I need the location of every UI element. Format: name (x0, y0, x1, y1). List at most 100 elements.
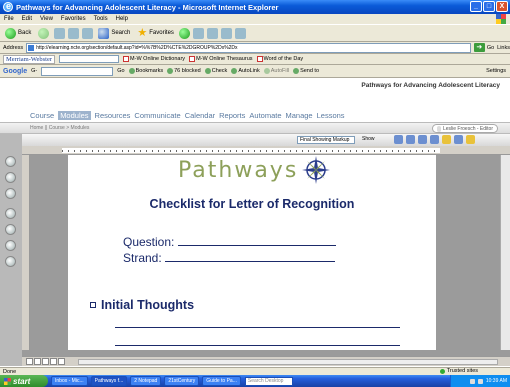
autofill-label: AutoFill (270, 68, 290, 74)
document-page[interactable]: Pathways Checklist for Letter of Recogni… (68, 155, 436, 350)
edit-icon[interactable] (220, 27, 232, 39)
markup-select[interactable]: Final Showing Markup (297, 136, 355, 144)
autolink-icon (231, 68, 238, 74)
section-title: Initial Thoughts (101, 298, 195, 312)
strip-tool-5-icon[interactable] (5, 224, 16, 235)
nav-lessons[interactable]: Lessons (317, 111, 345, 120)
home-icon[interactable] (82, 27, 94, 39)
web-view-icon[interactable] (34, 358, 41, 365)
task-inbox[interactable]: Inbox - Mic... (51, 376, 88, 386)
reject-change-icon[interactable] (430, 135, 439, 144)
history-icon[interactable] (178, 27, 190, 39)
print-icon[interactable] (206, 27, 218, 39)
nav-manage[interactable]: Manage (286, 111, 313, 120)
strip-tool-7-icon[interactable] (5, 256, 16, 267)
next-change-icon[interactable] (406, 135, 415, 144)
print-view-icon[interactable] (42, 358, 49, 365)
task-21stcentury[interactable]: 21stCentury (164, 376, 200, 386)
mw-search-input[interactable] (59, 55, 120, 63)
tray-icon[interactable] (477, 378, 483, 384)
strip-tool-6-icon[interactable] (5, 240, 16, 251)
outline-view-icon[interactable] (50, 358, 57, 365)
mail-icon[interactable] (192, 27, 204, 39)
popup-blocked-button[interactable]: 76 blocked (167, 68, 201, 74)
search-button[interactable]: Search (96, 27, 132, 40)
google-logo[interactable]: Google (3, 68, 27, 75)
autolink-button[interactable]: AutoLink (231, 68, 260, 74)
autofill-button[interactable]: AutoFill (263, 68, 290, 74)
close-button[interactable]: X (496, 1, 508, 12)
address-input[interactable]: http://elearning.ncte.org/section/defaul… (26, 42, 471, 53)
reading-view-icon[interactable] (58, 358, 65, 365)
vertical-scrollbar[interactable] (500, 155, 510, 350)
go-button[interactable]: ➜ Go (473, 43, 494, 52)
track-changes-icon[interactable] (454, 135, 463, 144)
task-guide[interactable]: Guide to Pa... (202, 376, 241, 386)
google-settings-button[interactable]: Settings (486, 68, 506, 74)
vertical-ruler[interactable] (22, 155, 30, 350)
breadcrumb-row: Home || Course > Modules Leslie Froesch … (0, 122, 510, 134)
nav-reports[interactable]: Reports (219, 111, 245, 120)
mw-word-of-day-button[interactable]: Word of the Day (256, 56, 303, 62)
spellcheck-button[interactable]: Check (204, 68, 227, 74)
links-label[interactable]: Links (497, 45, 510, 51)
strip-tool-4-icon[interactable] (5, 208, 16, 219)
menu-favorites[interactable]: Favorites (61, 16, 86, 22)
back-button[interactable]: Back (3, 27, 33, 40)
favorites-button[interactable]: ★ Favorites (135, 27, 176, 40)
user-badge[interactable]: Leslie Froesch - Editor (431, 124, 498, 133)
go-arrow-icon: ➜ (473, 43, 485, 52)
messenger-icon[interactable] (234, 27, 246, 39)
google-toolbar: Google G- Go Bookmarks 76 blocked Check … (0, 65, 510, 78)
task-notepad[interactable]: 2 Notepad (130, 376, 162, 386)
start-button[interactable]: start (0, 375, 48, 387)
address-bar: Address http://elearning.ncte.org/sectio… (0, 42, 510, 54)
browser-toolbar: Back Search ★ Favorites (0, 24, 510, 42)
desktop-search-input[interactable]: Search Desktop (244, 376, 293, 386)
horizontal-scrollbar[interactable] (78, 359, 498, 365)
reviewing-pane-icon[interactable] (466, 135, 475, 144)
nav-modules[interactable]: Modules (58, 111, 91, 120)
clock[interactable]: 10:39 AM (486, 378, 507, 384)
comment-icon[interactable] (442, 135, 451, 144)
strip-tool-3-icon[interactable] (5, 188, 16, 199)
horizontal-ruler[interactable] (22, 146, 510, 155)
mw-logo[interactable]: Merriam-Webster (3, 54, 56, 64)
google-go-button[interactable]: Go (117, 68, 124, 74)
mw-thesaurus-button[interactable]: M-W Online Thesaurus (189, 56, 253, 62)
writing-line (115, 345, 400, 346)
compass-logo-icon (302, 156, 330, 184)
nav-communicate[interactable]: Communicate (134, 111, 180, 120)
breadcrumb[interactable]: Home || Course > Modules (30, 125, 89, 131)
mw-dictionary-button[interactable]: M-W Online Dictionary (123, 56, 185, 62)
menu-file[interactable]: File (4, 16, 14, 22)
stop-icon[interactable] (54, 27, 66, 39)
prev-change-icon[interactable] (394, 135, 403, 144)
tray-icon[interactable] (469, 378, 475, 384)
forward-button[interactable] (36, 27, 51, 40)
nav-course[interactable]: Course (30, 111, 54, 120)
nav-automate[interactable]: Automate (249, 111, 281, 120)
user-tag (436, 126, 441, 132)
nav-resources[interactable]: Resources (95, 111, 131, 120)
maximize-button[interactable]: □ (483, 1, 495, 12)
strip-tool-2-icon[interactable] (5, 172, 16, 183)
bookmarks-button[interactable]: Bookmarks (128, 68, 163, 74)
sendto-button[interactable]: Send to (293, 68, 319, 74)
show-button[interactable]: Show (362, 136, 375, 142)
minimize-button[interactable]: _ (470, 1, 482, 12)
menu-view[interactable]: View (40, 16, 53, 22)
google-search-input[interactable] (41, 66, 114, 76)
refresh-icon[interactable] (68, 27, 80, 39)
menu-help[interactable]: Help (116, 16, 128, 22)
security-zone[interactable]: Trusted sites (439, 368, 478, 374)
window-title-bar[interactable]: Pathways for Advancing Adolescent Litera… (0, 0, 510, 14)
accept-change-icon[interactable] (418, 135, 427, 144)
normal-view-icon[interactable] (26, 358, 33, 365)
menu-tools[interactable]: Tools (94, 16, 108, 22)
address-label: Address (3, 44, 24, 51)
task-pathways[interactable]: Pathways f... (90, 376, 128, 386)
menu-edit[interactable]: Edit (22, 16, 32, 22)
nav-calendar[interactable]: Calendar (185, 111, 215, 120)
strip-tool-1-icon[interactable] (5, 156, 16, 167)
